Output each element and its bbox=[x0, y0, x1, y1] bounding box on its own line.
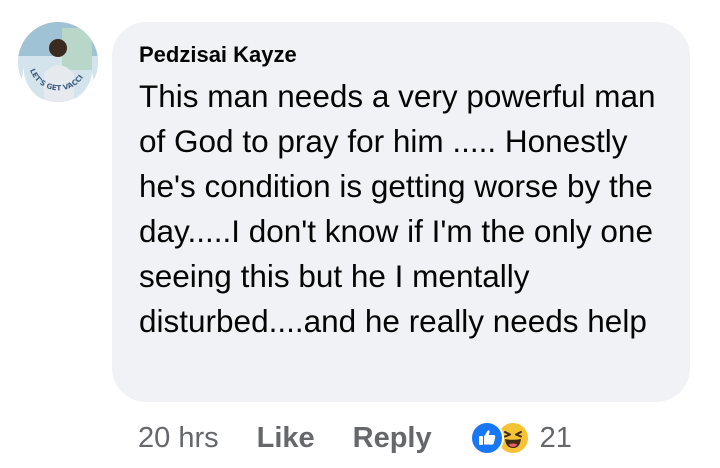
like-button[interactable]: Like bbox=[257, 422, 315, 455]
reply-button[interactable]: Reply bbox=[353, 422, 432, 455]
comment-text: This man needs a very powerful man of Go… bbox=[139, 78, 656, 339]
heart-badge-icon bbox=[90, 88, 98, 102]
comment-bubble: Pedzisai Kayze This man needs a very pow… bbox=[112, 22, 690, 402]
profile-photo: LET'S GET VACCINATED bbox=[18, 22, 98, 102]
like-icon bbox=[469, 421, 504, 455]
comment-actions: 20 hrs Like Reply 21 bbox=[138, 418, 572, 458]
reaction-count: 21 bbox=[539, 421, 572, 454]
comment-timestamp[interactable]: 20 hrs bbox=[138, 422, 219, 455]
comment-author[interactable]: Pedzisai Kayze bbox=[139, 42, 662, 68]
reaction-summary[interactable]: 21 bbox=[469, 421, 572, 455]
avatar[interactable]: LET'S GET VACCINATED bbox=[18, 22, 98, 102]
